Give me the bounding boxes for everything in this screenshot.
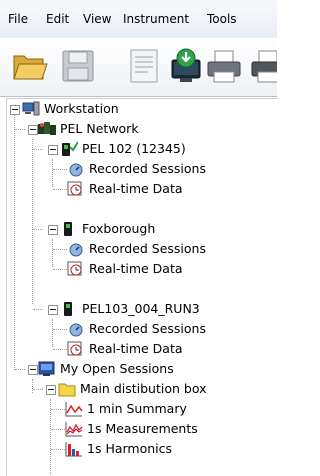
tree-connector [51, 409, 65, 410]
report-icon [130, 49, 158, 83]
folder-icon [58, 383, 76, 397]
collapse-toggle[interactable] [28, 125, 38, 135]
tree-connector [53, 269, 67, 270]
printer-icon [207, 50, 241, 83]
open-folder-button[interactable] [10, 46, 50, 86]
save-icon [62, 50, 94, 82]
print-preview-button[interactable] [248, 46, 277, 86]
instrument-icon [64, 222, 72, 236]
tree-node-label: My Open Sessions [60, 361, 174, 376]
collapse-toggle[interactable] [28, 365, 38, 375]
tree-node-label: Foxborough [82, 221, 156, 236]
realtime-clock-icon [67, 261, 82, 276]
realtime-clock-icon [67, 181, 82, 196]
download-computer-icon [171, 48, 201, 82]
recorded-sessions-icon [69, 163, 83, 177]
collapse-toggle[interactable] [48, 145, 58, 155]
tree-node-label: Workstation [44, 101, 119, 116]
menu-tools[interactable]: Tools [207, 12, 237, 26]
network-icon [38, 122, 56, 135]
report-button[interactable] [124, 46, 164, 86]
tree-connector [53, 329, 67, 330]
tree-connector [32, 139, 33, 304]
instrument-connected-icon [62, 141, 78, 156]
menu-edit[interactable]: Edit [46, 12, 69, 26]
tree-connector [53, 249, 67, 250]
toolbar [0, 38, 277, 97]
tree-connector [51, 449, 65, 450]
menu-instrument[interactable]: Instrument [123, 12, 189, 26]
menu-bar: File Edit View Instrument Tools [0, 0, 277, 39]
tree-node-label: Recorded Sessions [89, 161, 206, 176]
collapse-toggle[interactable] [46, 385, 56, 395]
tree-connector [15, 129, 25, 130]
tree-connector [32, 379, 33, 393]
tree-node-label: PEL 102 (12345) [82, 141, 186, 156]
tree-connector [33, 309, 43, 310]
tree-node-label: Recorded Sessions [89, 241, 206, 256]
measurements-chart-icon [65, 422, 83, 437]
open-sessions-icon [38, 361, 55, 376]
tree-connector [53, 349, 67, 350]
printer-2-icon [251, 50, 277, 83]
tree-connector [33, 149, 43, 150]
tree-node-label: 1s Harmonics [87, 441, 173, 456]
save-button[interactable] [58, 46, 98, 86]
tree-connector [52, 239, 53, 267]
tree-node-label: Real-time Data [89, 341, 183, 356]
realtime-clock-icon [67, 341, 82, 356]
tree-connector [14, 115, 15, 370]
summary-chart-icon [65, 402, 83, 417]
tree-node-label: PEL103_004_RUN3 [82, 301, 200, 316]
tree-node-label: PEL Network [60, 121, 139, 136]
collapse-toggle[interactable] [48, 225, 58, 235]
tree-connector [33, 229, 43, 230]
recorded-sessions-icon [69, 323, 83, 337]
tree-connector [53, 189, 67, 190]
tree-node-label: Real-time Data [89, 261, 183, 276]
download-button[interactable] [166, 46, 206, 86]
open-folder-icon [13, 55, 48, 80]
tree-node-label: Main distibution box [80, 381, 207, 396]
tree-connector [53, 169, 67, 170]
tree-node-label: 1 min Summary [87, 401, 187, 416]
tree-node-label: Real-time Data [89, 181, 183, 196]
tree-node-label: Recorded Sessions [89, 321, 206, 336]
tree-connector [33, 389, 43, 390]
instrument-icon [64, 302, 72, 316]
print-button[interactable] [204, 46, 244, 86]
workstation-icon [22, 101, 40, 116]
tree-connector [15, 369, 25, 370]
collapse-toggle[interactable] [10, 105, 20, 115]
tree-connector [52, 319, 53, 347]
tree-connector [52, 159, 53, 187]
tree-node-label: 1s Measurements [87, 421, 198, 436]
tree-connector [51, 429, 65, 430]
recorded-sessions-icon [69, 243, 83, 257]
harmonics-bar-icon [65, 442, 82, 457]
menu-view[interactable]: View [83, 12, 111, 26]
tree-connector [50, 399, 51, 476]
collapse-toggle[interactable] [48, 305, 58, 315]
session-tree[interactable]: Workstation PEL Network PEL 102 (12345) … [6, 98, 278, 476]
menu-file[interactable]: File [8, 12, 28, 26]
